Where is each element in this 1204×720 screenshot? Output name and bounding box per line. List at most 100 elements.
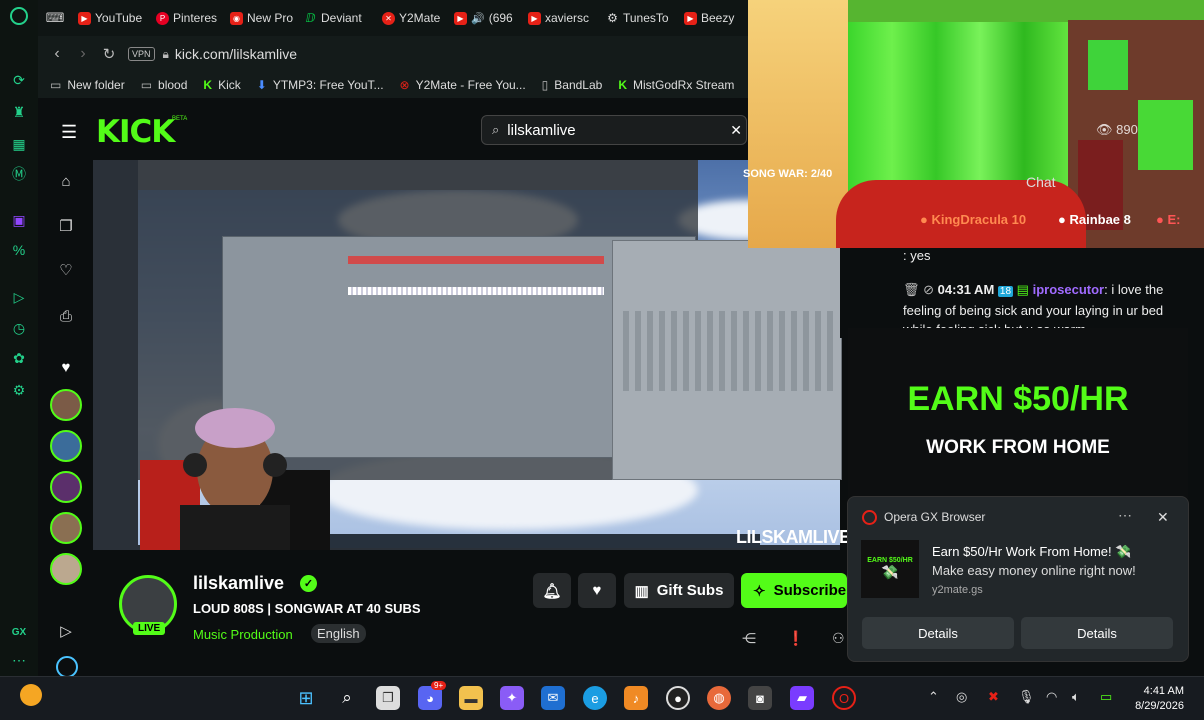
file-explorer-icon[interactable]: ▬ [459,686,483,710]
twitch-icon[interactable]: ▣ [9,210,29,230]
tab-tunesto[interactable]: ⚙ TunesTo [600,0,678,36]
task-view-icon[interactable]: ❐ [376,686,400,710]
gx-cleaner-icon[interactable]: ▦ [9,134,29,154]
language-tag[interactable]: English [311,624,366,643]
followed-channel-avatar[interactable] [50,389,82,421]
wifi-icon[interactable]: ◠ [1046,689,1057,705]
obs-icon[interactable]: ● [666,686,690,710]
camera-icon[interactable]: ◙ [748,686,772,710]
edge-icon[interactable]: e [583,686,607,710]
more-icon[interactable]: ⋯ [9,650,29,670]
tab-youtube-playing[interactable]: ▶ 🔊 (696 [448,0,522,36]
clear-search-icon[interactable]: ✕ [730,122,742,139]
tab-pinterest[interactable]: P Pinteres [150,0,224,36]
bookmark-bandlab[interactable]: ▯ BandLab [542,78,603,92]
channel-name[interactable]: lilskamlive [193,573,284,594]
search-taskbar-icon[interactable]: ⌕ [335,686,359,710]
tab-new-project[interactable]: ◉ New Pro [224,0,298,36]
bookmark-kick[interactable]: K Kick [203,78,240,92]
lock-icon[interactable]: 🔒︎ [163,47,169,62]
speaker-icon[interactable]: 🔊 [471,12,485,25]
clock[interactable]: 4:41 AM 8/29/2026 [1124,684,1184,714]
tab-y2mate[interactable]: ✕ Y2Mate [376,0,448,36]
profile-icon[interactable] [56,656,78,678]
fl-studio-icon[interactable]: ♪ [624,686,648,710]
gifter-icon: ● [1156,212,1168,227]
followed-channel-avatar[interactable] [50,553,82,585]
notification-more-icon[interactable]: ⋯ [1118,507,1132,524]
tab-beezy[interactable]: ▶ Beezy [678,0,738,36]
subscribe-button[interactable]: ✧ Subscribe [741,573,847,608]
gift-subs-button[interactable]: ▥ Gift Subs [624,573,734,608]
bookmark-ytmp3[interactable]: ⬇ YTMP3: Free YouT... [257,78,384,92]
bookmark-mistgodrx[interactable]: K MistGodRx Stream [618,78,734,92]
home-icon[interactable]: ⌂ [57,172,75,190]
tab-xaviersc[interactable]: ▶ xaviersc [522,0,600,36]
bookmarks-bar: ▭ New folder ▭ blood K Kick ⬇ YTMP3: Free Yo… [38,72,748,98]
tab-deviantart[interactable]: ⅅ Deviant [298,0,376,36]
reload-button[interactable]: ↻ [96,41,122,67]
category-link[interactable]: Music Production [193,627,293,642]
messenger-icon[interactable]: Ⓜ [9,164,29,184]
kick-logo[interactable]: KICK [96,114,175,150]
report-icon[interactable]: ❗ [787,630,804,647]
bookmark-y2mate[interactable]: ⊗ Y2Mate - Free You... [400,78,526,92]
battery-icon[interactable]: ▭ [1100,689,1112,705]
play-circle-icon[interactable]: ▷ [57,622,75,640]
followed-channel-avatar[interactable] [50,512,82,544]
opera-logo-icon[interactable] [10,7,28,25]
tab-youtube[interactable]: ▶ YouTube [72,0,150,36]
gx-control-icon[interactable]: ♜ [9,102,29,122]
tab-gamepad-icon[interactable]: ⌨ [38,0,72,36]
notification-details-button[interactable]: Details [862,617,1014,649]
tray-app-icon[interactable]: ◎ [956,689,967,705]
follow-button[interactable]: ♥ [578,573,616,608]
webcam-wall [748,0,848,248]
notifications-bell-button[interactable]: 🔔︎ [533,573,571,608]
speed-dial-icon[interactable]: ⟳ [9,70,29,90]
following-heart-icon[interactable]: ♡ [57,261,75,279]
kick-icon: K [618,78,627,92]
settings-icon[interactable]: ⚙ [9,380,29,400]
app-icon[interactable]: ◍ [707,686,731,710]
followed-channel-avatar[interactable] [50,471,82,503]
bookmark-new-folder[interactable]: ▭ New folder [50,78,125,92]
back-button[interactable]: ‹ [44,41,70,67]
bookmark-blood[interactable]: ▭ blood [141,78,188,92]
vpn-badge[interactable]: VPN [128,47,155,61]
clipchamp-icon[interactable]: ▰ [790,686,814,710]
discount-icon[interactable]: % [9,240,29,260]
deviantart-icon: ⅅ [305,11,316,25]
extensions-icon[interactable]: ✿ [9,348,29,368]
followed-channel-avatar[interactable] [50,430,82,462]
outlook-icon[interactable]: ✉ [541,686,565,710]
menu-icon[interactable]: ☰ [61,122,77,143]
opera-gx-taskbar-icon[interactable]: O [832,686,856,710]
notification-close-icon[interactable]: ✕ [1157,509,1169,526]
browse-icon[interactable]: ❐ [57,217,75,235]
show-hidden-icons[interactable]: ⌃ [928,689,939,705]
notification-source: y2mate.gs [932,584,983,596]
search-input[interactable]: ⌕ lilskamlive ✕ [481,115,747,145]
followed-heart-icon[interactable]: ♥ [57,358,75,376]
share-icon[interactable]: ⋲ [742,630,756,647]
inbox-icon[interactable]: ⎙ [57,307,75,325]
volume-icon[interactable]: 🔈︎ [1072,689,1080,705]
chat-label[interactable]: Chat [1026,174,1056,190]
start-icon[interactable]: ⊞ [294,686,318,710]
users-icon[interactable]: ⚇ [832,630,845,647]
copilot-icon[interactable]: ✦ [500,686,524,710]
forward-button[interactable]: › [70,41,96,67]
trash-icon[interactable]: 🗑︎ [903,282,920,297]
opera-sidebar: ⟳ ♜ ▦ Ⓜ ▣ % ▷ ◷ ✿ ⚙ GX ⋯ [0,0,38,676]
gx-icon[interactable]: GX [9,622,29,642]
notification-details-button-2[interactable]: Details [1021,617,1173,649]
microphone-icon[interactable]: 🎙︎ [1018,689,1035,705]
history-icon[interactable]: ◷ [9,318,29,338]
download-icon: ⬇ [256,78,267,92]
url-field[interactable]: kick.com/lilskamlive [175,46,297,62]
player-icon[interactable]: ▷ [9,287,29,307]
weather-icon[interactable] [20,684,42,706]
tray-red-icon[interactable]: ✖ [988,689,999,705]
kick-icon: K [203,78,213,92]
